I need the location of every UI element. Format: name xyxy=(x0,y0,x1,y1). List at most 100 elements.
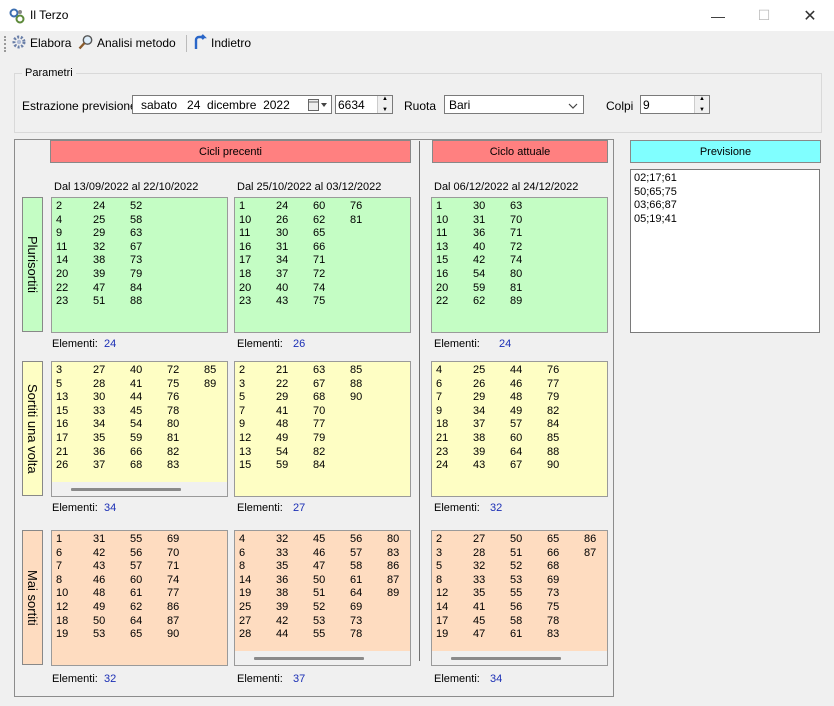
grid-cell xyxy=(204,391,227,405)
grid-cell: 50 xyxy=(93,614,106,627)
grid-cell xyxy=(204,282,227,296)
grid-cell xyxy=(167,241,204,255)
grid-cell: 88 xyxy=(547,445,560,458)
grid-cell: 59 xyxy=(276,459,289,472)
grid-cell: 68 xyxy=(130,459,143,472)
grid-cell: 21 xyxy=(276,364,289,376)
number-stepper[interactable]: 6634 ▲ ▼ xyxy=(335,95,393,114)
spin-down-icon[interactable]: ▼ xyxy=(699,107,705,113)
indietro-button[interactable]: Indietro xyxy=(192,33,251,53)
grid-cell: 39 xyxy=(276,600,289,613)
grid-cell xyxy=(204,214,227,228)
grid-cell xyxy=(547,200,584,214)
spin-up-icon[interactable]: ▲ xyxy=(699,96,705,102)
grid-cell: 24 xyxy=(93,200,106,212)
grid-cell xyxy=(547,295,584,309)
previsione-list[interactable]: 02;17;61 50;65;75 03;66;87 05;19;41 xyxy=(630,169,820,333)
elementi-count: 24 xyxy=(499,338,512,350)
grid-cell: 73 xyxy=(350,614,363,627)
grid-cell: 54 xyxy=(473,267,486,280)
grid-cell: 8 xyxy=(436,573,443,586)
grid-cell: 12 xyxy=(239,431,252,444)
grid-cell: 65 xyxy=(313,227,326,240)
horizontal-scrollbar[interactable] xyxy=(52,482,227,496)
previsione-item[interactable]: 50;65;75 xyxy=(634,186,816,200)
analisi-metodo-button[interactable]: Analisi metodo xyxy=(78,33,176,53)
grid-cell: 50 xyxy=(510,533,523,545)
grid-cell: 63 xyxy=(313,364,326,376)
grid-cell: 57 xyxy=(510,418,523,431)
grid-cell: 9 xyxy=(56,227,63,240)
previsione-item[interactable]: 05;19;41 xyxy=(634,213,816,227)
grid-cell xyxy=(547,227,584,241)
previsione-item[interactable]: 02;17;61 xyxy=(634,172,816,186)
grid-cell: 41 xyxy=(276,404,289,417)
ruota-select[interactable]: Bari xyxy=(444,95,584,114)
grid-cell: 12 xyxy=(436,587,449,600)
grid-cell: 79 xyxy=(547,391,560,404)
calendar-dropdown-icon[interactable] xyxy=(308,98,328,111)
grid-cell: 33 xyxy=(93,404,106,417)
ruota-select-value: Bari xyxy=(449,97,471,112)
grid-cell: 37 xyxy=(93,459,106,472)
grid-cell: 21 xyxy=(436,431,449,444)
grid-cell: 26 xyxy=(56,459,69,472)
grid-cell: 9 xyxy=(436,404,443,417)
grid-cell xyxy=(167,200,204,214)
colpi-spin-buttons[interactable]: ▲ ▼ xyxy=(694,96,709,113)
grid-cell: 64 xyxy=(350,587,363,600)
grid-cell: 5 xyxy=(56,377,63,390)
minimize-button[interactable]: — xyxy=(695,0,741,31)
horizontal-scrollbar[interactable] xyxy=(432,651,607,665)
spin-up-icon[interactable]: ▲ xyxy=(382,96,388,102)
grid-cell: 84 xyxy=(130,281,143,294)
grid-cell: 6 xyxy=(436,377,443,390)
close-button[interactable]: ✕ xyxy=(787,0,833,31)
grid-mai-sortiti-period-2: 4 32 45 56 80 6 33 46 57 83 8 35 47 58 86 14 36 50 61 87 19 3… xyxy=(234,530,411,666)
grid-cell: 72 xyxy=(510,240,523,253)
horizontal-scrollbar[interactable] xyxy=(235,651,410,665)
grid-cell: 31 xyxy=(473,213,486,226)
grid-cell xyxy=(584,459,607,473)
toolbar-grip[interactable] xyxy=(4,36,8,52)
grid-cell: 78 xyxy=(350,628,363,641)
grid-cell xyxy=(204,254,227,268)
indietro-label: Indietro xyxy=(211,36,252,50)
grid-cell: 48 xyxy=(276,418,289,431)
maximize-button[interactable]: ☐ xyxy=(741,0,787,31)
window-title: Il Terzo xyxy=(30,8,69,22)
colpi-stepper[interactable]: 9 ▲ ▼ xyxy=(640,95,710,114)
grid-sortiti-una-volta-period-3: 4 25 44 76 6 26 46 77 7 29 48 79 9 34 49 82 18 37 57 84 21 38… xyxy=(431,361,608,497)
grid-cell: 43 xyxy=(276,295,289,308)
date-picker[interactable]: sabato 24 dicembre 2022 xyxy=(132,95,332,114)
grid-cell: 86 xyxy=(167,600,180,613)
grid-cell: 14 xyxy=(56,254,69,267)
cicli-precedenti-header: Cicli precenti xyxy=(50,140,411,163)
grid-cell: 16 xyxy=(239,240,252,253)
grid-cell xyxy=(547,268,584,282)
grid-cell: 2 xyxy=(56,200,63,212)
grid-cell: 3 xyxy=(239,377,246,390)
grid-cell: 81 xyxy=(510,281,523,294)
grid-cell: 43 xyxy=(93,560,106,573)
grid-cell: 7 xyxy=(239,404,246,417)
grid-cell: 67 xyxy=(313,377,326,390)
grid-cell: 27 xyxy=(239,614,252,627)
spin-down-icon[interactable]: ▼ xyxy=(382,107,388,113)
grid-cell xyxy=(387,418,410,432)
elabora-button[interactable]: Elabora xyxy=(11,33,71,53)
grid-cell: 55 xyxy=(510,587,523,600)
elementi-count: 24 xyxy=(104,338,117,350)
previsione-item[interactable]: 03;66;87 xyxy=(634,199,816,213)
grid-cell: 19 xyxy=(239,587,252,600)
grid-cell: 9 xyxy=(239,418,246,431)
elabora-label: Elabora xyxy=(30,36,72,50)
number-spin-buttons[interactable]: ▲ ▼ xyxy=(377,96,392,113)
grid-cell: 23 xyxy=(239,295,252,308)
elementi-label: Elementi: xyxy=(237,502,283,514)
grid-cell xyxy=(350,446,387,460)
grid-cell: 72 xyxy=(167,364,180,376)
grid-cell: 18 xyxy=(436,418,449,431)
grid-cell: 33 xyxy=(276,546,289,559)
grid-cell xyxy=(350,295,387,309)
